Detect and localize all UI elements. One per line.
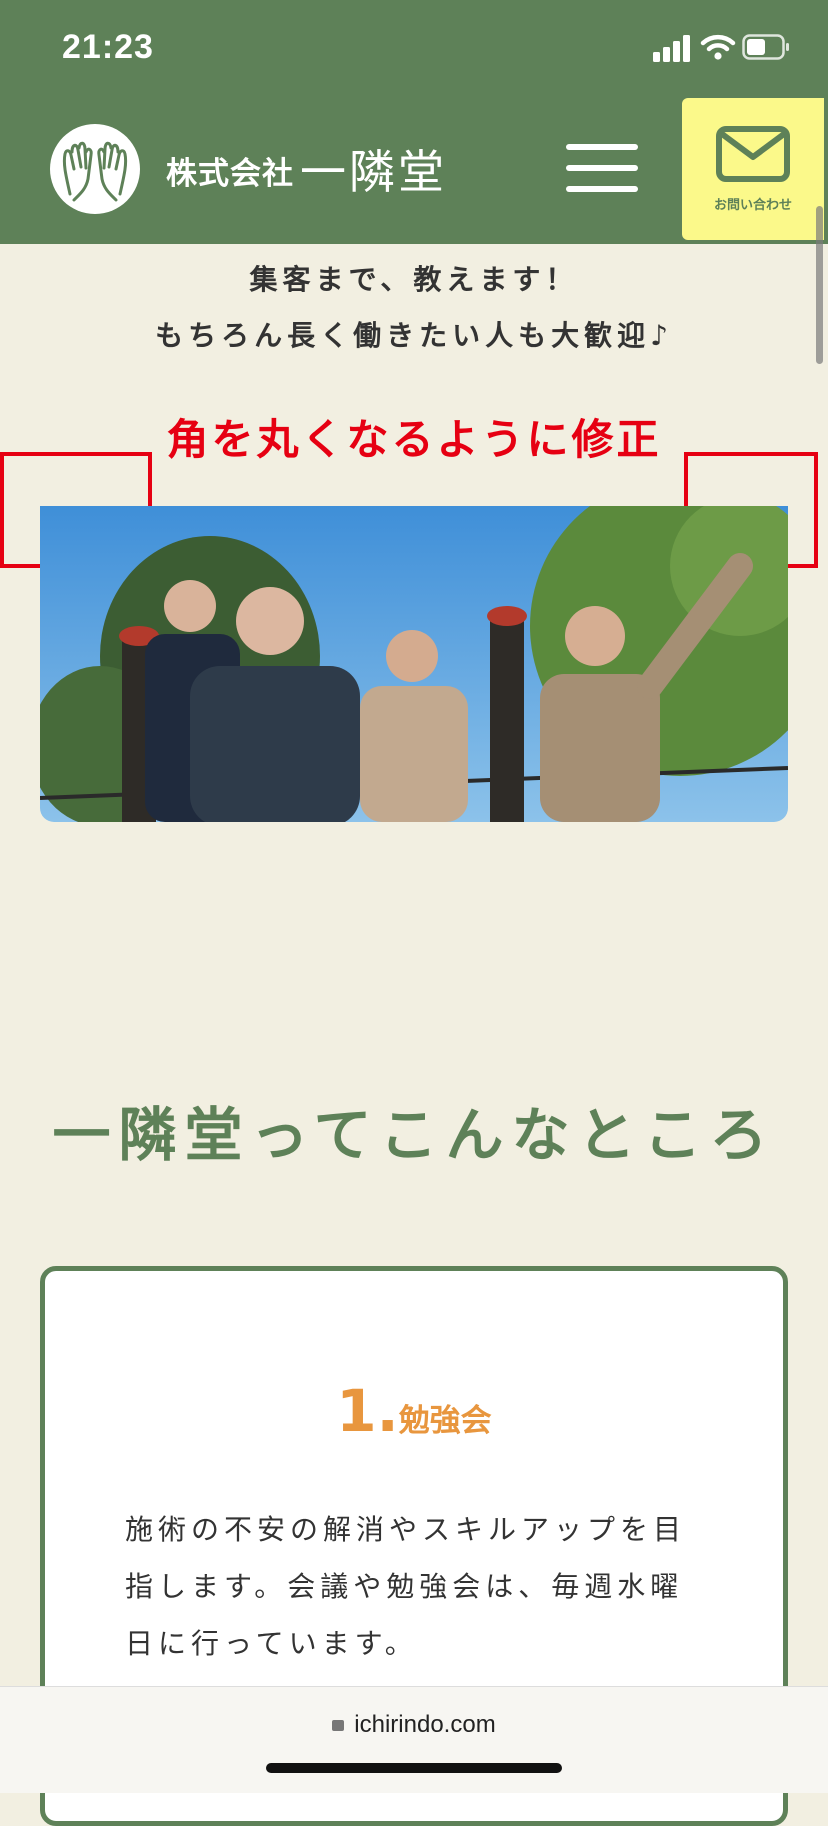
intro-line-2: もちろん長く働きたい人も大歓迎♪	[155, 319, 673, 352]
brand-name[interactable]: 一隣堂	[300, 136, 447, 202]
home-indicator[interactable]	[266, 1763, 562, 1773]
wifi-icon	[700, 34, 736, 60]
status-time: 21:23	[62, 28, 154, 66]
logo[interactable]	[50, 124, 140, 214]
team-photo	[40, 506, 788, 822]
lock-icon	[332, 1720, 345, 1731]
card-heading: 勉強会	[398, 1403, 492, 1439]
status-bar: 21:23	[0, 0, 828, 96]
hamburger-icon[interactable]	[566, 144, 638, 192]
battery-icon	[742, 34, 789, 60]
section-title: 一隣堂ってこんなところ	[52, 1101, 776, 1169]
signal-icon	[653, 35, 690, 62]
card-title: 1.勉強会	[45, 1377, 783, 1445]
url-bar[interactable]: ichirindo.com	[0, 1711, 828, 1739]
card-number: 1.	[336, 1377, 399, 1445]
company-type: 株式会社	[166, 156, 294, 192]
intro-line-1: 集客まで、教えます！	[249, 263, 579, 296]
contact-button[interactable]: お問い合わせ	[682, 98, 824, 240]
card-body: 施術の不安の解消やスキルアップを目指します。会議や勉強会は、毎週水曜日に行ってい…	[125, 1513, 687, 1660]
browser-bar: ichirindo.com	[0, 1686, 828, 1793]
url-text: ichirindo.com	[354, 1711, 496, 1738]
site-header: 株式会社 一隣堂 お問い合わせ	[0, 96, 828, 244]
envelope-icon	[716, 126, 790, 182]
hands-logo-icon	[62, 141, 128, 202]
contact-label: お問い合わせ	[713, 198, 792, 213]
